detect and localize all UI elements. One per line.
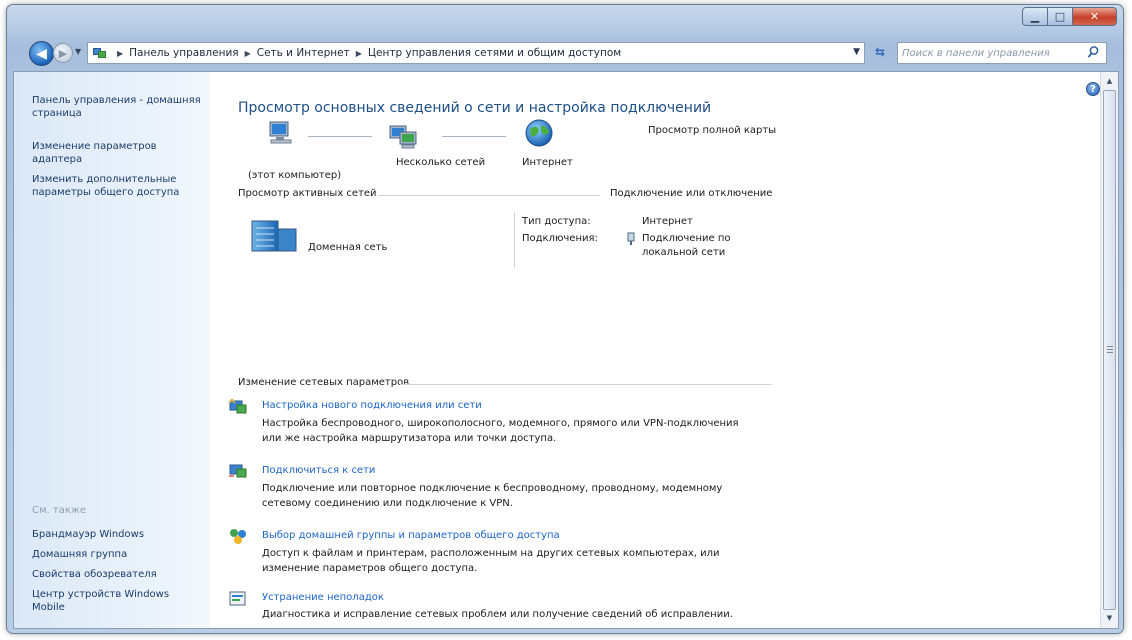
active-networks-heading: Просмотр активных сетей [238, 188, 377, 199]
map-label-computer: (этот компьютер) [248, 170, 342, 181]
sidebar-link-home[interactable]: Панель управления - домашняя страница [32, 94, 202, 120]
maximize-button[interactable]: □ [1048, 7, 1073, 26]
sidebar-link-homegroup[interactable]: Домашняя группа [32, 548, 202, 561]
refresh-button[interactable]: ⇆ [869, 45, 891, 63]
forward-button[interactable]: ▶ [53, 43, 73, 63]
task-new-connection-desc-1: Настройка беспроводного, широкополосного… [262, 418, 739, 429]
address-bar: ◀ ▶ ▼ ▶ Панель управления ▶ Сеть и Интер… [7, 37, 1123, 69]
connect-disconnect-link[interactable]: Подключение или отключение [610, 188, 772, 199]
task-connect-desc-2: сетевому соединению или подключение к VP… [262, 498, 513, 509]
local-connection-link-line2[interactable]: локальной сети [642, 247, 725, 258]
connect-network-icon [229, 464, 247, 478]
sidebar-link-firewall[interactable]: Брандмауэр Windows [32, 528, 202, 541]
vertical-divider [514, 212, 515, 268]
scroll-down-button[interactable]: ▼ [1103, 611, 1116, 626]
search-icon[interactable] [1088, 45, 1102, 59]
search-input[interactable] [902, 44, 1082, 62]
troubleshoot-icon [229, 591, 246, 606]
window: ▁ □ ✕ ◀ ▶ ▼ ▶ Панель управления ▶ Сеть и… [6, 4, 1124, 634]
back-button[interactable]: ◀ [29, 41, 54, 66]
chevron-down-icon[interactable]: ▼ [853, 47, 860, 57]
local-connection-link-line1[interactable]: Подключение по [642, 233, 731, 244]
vertical-scrollbar[interactable]: ▲ ▼ [1100, 72, 1118, 628]
task-troubleshoot-link[interactable]: Устранение неполадок [262, 592, 384, 603]
section-divider [400, 384, 772, 385]
breadcrumb-network-center[interactable]: Центр управления сетями и общим доступом [368, 47, 621, 59]
arrow-left-icon: ◀ [36, 45, 47, 62]
grip-icon [1107, 346, 1113, 354]
breadcrumb-control-panel[interactable]: Панель управления [129, 47, 238, 59]
ethernet-icon [627, 232, 635, 245]
minimize-button[interactable]: ▁ [1022, 7, 1048, 26]
sidebar-link-mobile-center[interactable]: Центр устройств Windows Mobile [32, 588, 202, 614]
change-settings-heading: Изменение сетевых параметров [238, 377, 410, 388]
globe-icon [525, 119, 553, 147]
breadcrumb-network-internet[interactable]: Сеть и Интернет [257, 47, 350, 59]
content-area: Панель управления - домашняя страница Из… [13, 71, 1119, 629]
search-box [897, 42, 1107, 64]
map-label-networks: Несколько сетей [396, 157, 486, 168]
task-connect-desc-1: Подключение или повторное подключение к … [262, 483, 723, 494]
control-panel-icon [92, 46, 108, 60]
task-troubleshoot-desc-1: Диагностика и исправление сетевых пробле… [262, 609, 733, 620]
chevron-right-icon: ▶ [117, 48, 124, 58]
new-connection-icon [228, 398, 247, 414]
window-controls: ▁ □ ✕ [1022, 7, 1117, 26]
access-type-value: Интернет [642, 216, 693, 227]
task-new-connection-desc-2: или же настройка маршрутизатора или точк… [262, 433, 557, 444]
task-new-connection-link[interactable]: Настройка нового подключения или сети [262, 400, 482, 411]
task-homegroup-link[interactable]: Выбор домашней группы и параметров общег… [262, 530, 560, 541]
sidebar: Панель управления - домашняя страница Из… [14, 72, 210, 628]
multiple-networks-icon [389, 125, 417, 149]
chevron-right-icon[interactable]: ▶ [356, 49, 362, 58]
see-also-heading: См. также [32, 505, 87, 516]
map-connection-line [308, 136, 372, 137]
connections-label: Подключения: [522, 233, 598, 244]
task-homegroup-desc-2: изменение параметров общего доступа. [262, 563, 478, 574]
main-panel: Просмотр основных сведений о сети и наст… [210, 72, 1100, 628]
computer-icon [269, 121, 292, 144]
scroll-up-button[interactable]: ▲ [1103, 74, 1116, 89]
title-bar[interactable]: ▁ □ ✕ [7, 5, 1123, 37]
task-homegroup-desc-1: Доступ к файлам и принтерам, расположенн… [262, 548, 720, 559]
sidebar-link-internet-options[interactable]: Свойства обозревателя [32, 568, 202, 581]
access-type-label: Тип доступа: [522, 216, 591, 227]
page-title: Просмотр основных сведений о сети и наст… [238, 100, 712, 116]
domain-network-icon [251, 220, 297, 252]
domain-network-name: Доменная сеть [308, 242, 388, 253]
chevron-right-icon[interactable]: ▶ [245, 49, 251, 58]
full-map-link[interactable]: Просмотр полной карты [648, 125, 776, 136]
sidebar-link-sharing-settings[interactable]: Изменить дополнительные параметры общего… [32, 173, 202, 199]
task-connect-link[interactable]: Подключиться к сети [262, 465, 375, 476]
address-field[interactable]: ▶ Панель управления ▶ Сеть и Интернет ▶ … [87, 42, 865, 64]
sidebar-link-adapter-settings[interactable]: Изменение параметров адаптера [32, 140, 202, 166]
homegroup-icon [230, 529, 246, 544]
help-icon[interactable]: ? [1086, 82, 1100, 96]
history-dropdown-icon[interactable]: ▼ [75, 47, 81, 56]
map-connection-line [442, 136, 506, 137]
section-divider [378, 195, 600, 196]
arrow-right-icon: ▶ [58, 46, 68, 60]
map-label-internet: Интернет [522, 157, 573, 168]
refresh-icon: ⇆ [874, 45, 886, 59]
scroll-thumb[interactable] [1103, 90, 1116, 610]
close-button[interactable]: ✕ [1073, 7, 1117, 26]
